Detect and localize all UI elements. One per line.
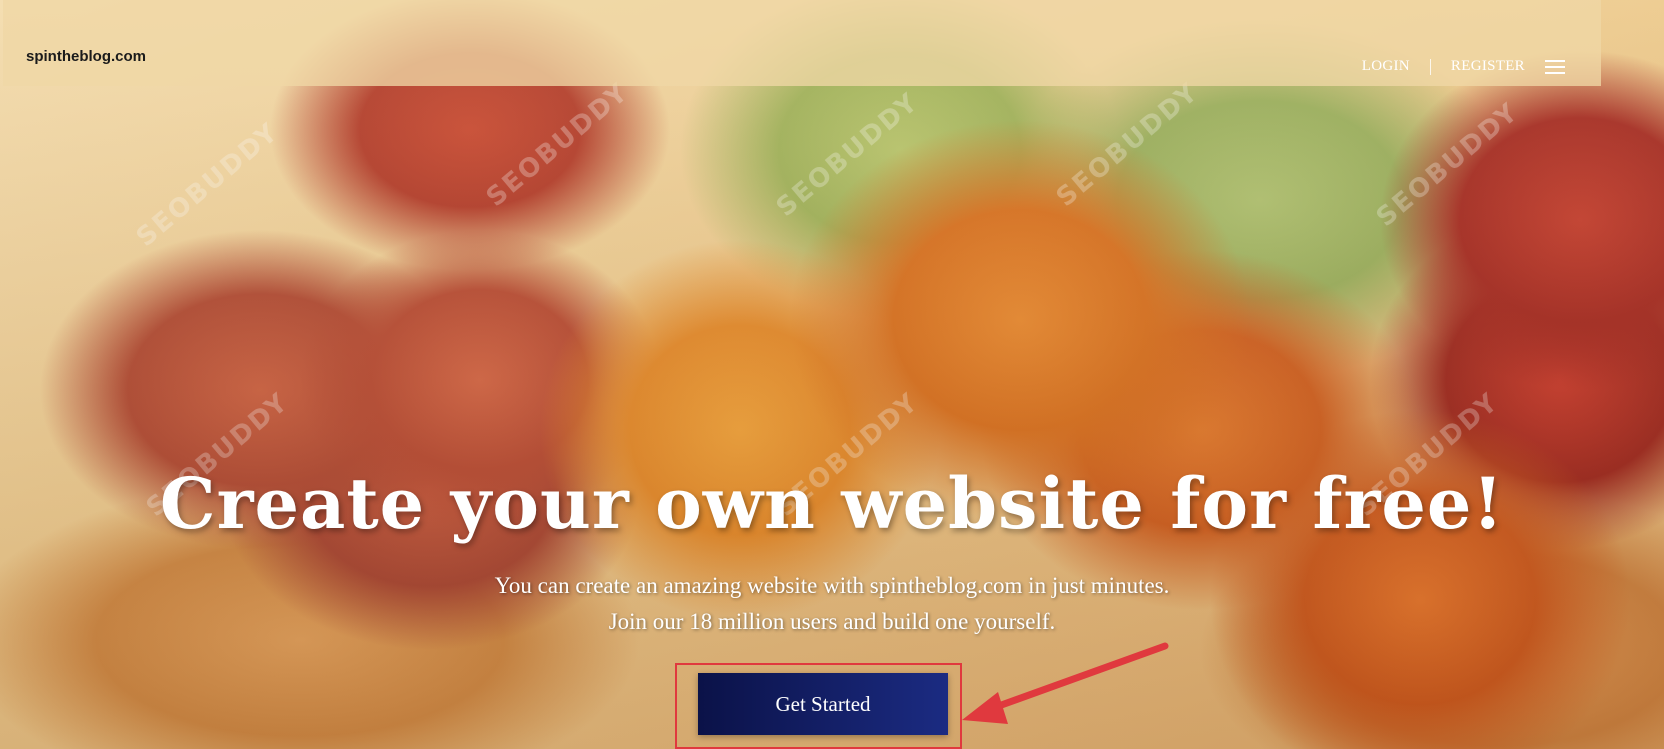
hero-background-image: SEOBUDDY SEOBUDDY SEOBUDDY SEOBUDDY SEOB… <box>0 0 1664 749</box>
hero-headline: Create your own website for free! <box>159 462 1505 545</box>
watermark: SEOBUDDY <box>130 117 285 253</box>
nav-divider <box>1429 58 1431 75</box>
watermark: SEOBUDDY <box>480 77 635 213</box>
header-nav: LOGIN REGISTER <box>1362 58 1565 75</box>
site-logo[interactable]: spintheblog.com <box>26 48 146 65</box>
hero-subtitle-line2: Join our 18 million users and build one … <box>608 609 1056 634</box>
watermark: SEOBUDDY <box>770 87 925 223</box>
register-link[interactable]: REGISTER <box>1451 58 1525 75</box>
hero-subtitle-line1: You can create an amazing website with s… <box>494 573 1170 598</box>
arrow-left-icon <box>962 642 1169 724</box>
get-started-button[interactable]: Get Started <box>698 673 948 735</box>
hamburger-menu-icon[interactable] <box>1545 59 1565 74</box>
header-bar: spintheblog.com LOGIN REGISTER <box>3 0 1601 86</box>
login-link[interactable]: LOGIN <box>1362 58 1410 75</box>
watermark: SEOBUDDY <box>1370 97 1525 233</box>
watermark: SEOBUDDY <box>1050 77 1205 213</box>
